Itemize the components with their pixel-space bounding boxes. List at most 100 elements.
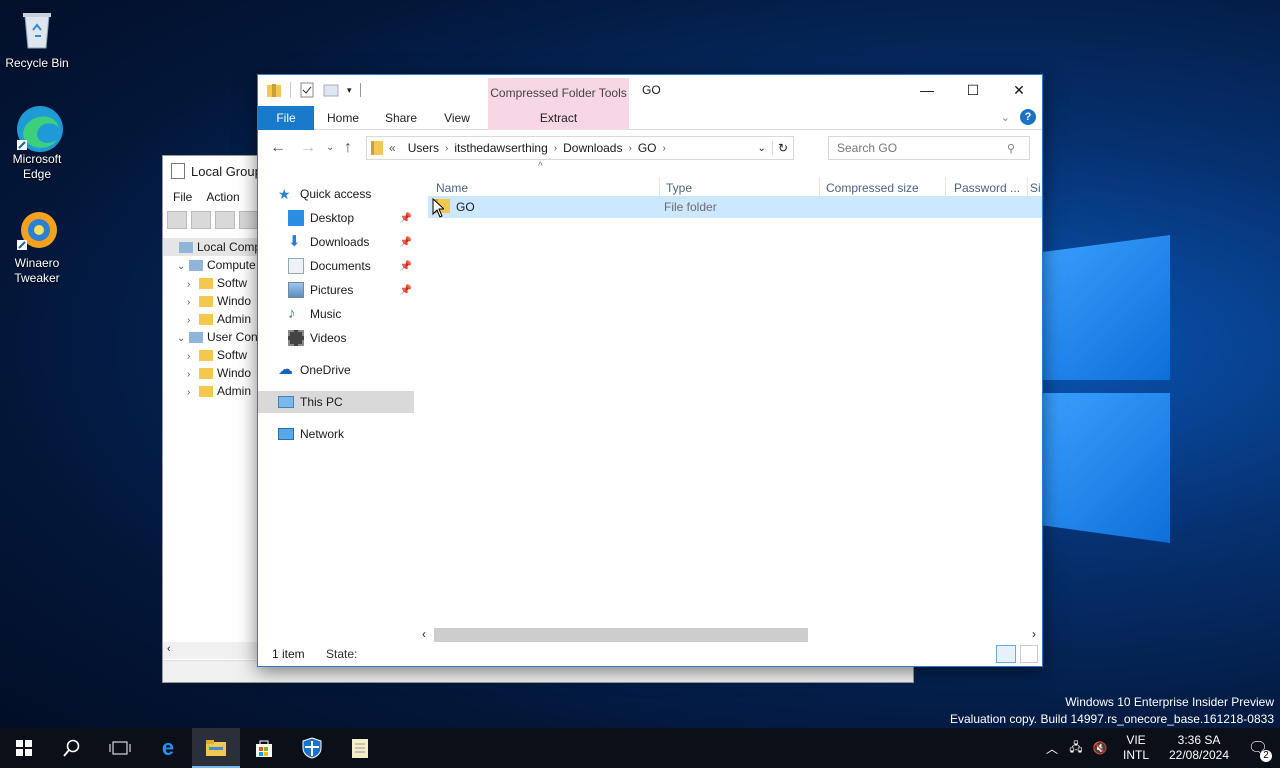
edge-icon bbox=[15, 104, 63, 152]
console-icon[interactable] bbox=[215, 211, 235, 229]
gpedit-tree-item[interactable]: Local Compu bbox=[163, 238, 259, 256]
ribbon-tabs: File Home Share View Extract ⌄ ? bbox=[258, 106, 1042, 130]
gpedit-tree-item[interactable]: › Admin bbox=[163, 382, 259, 400]
nav-onedrive[interactable]: ☁ OneDrive bbox=[278, 359, 416, 381]
nav-pictures[interactable]: Pictures 📌 bbox=[288, 279, 412, 301]
explorer-titlebar[interactable]: ▾ Compressed Folder Tools GO — ☐ ✕ bbox=[258, 75, 1042, 130]
taskbar-notepad[interactable] bbox=[336, 728, 384, 768]
gpedit-tree-item[interactable]: ⌄ Compute bbox=[163, 256, 259, 274]
address-dropdown-icon[interactable]: ⌄ bbox=[752, 143, 772, 154]
breadcrumb-go[interactable]: GO bbox=[632, 141, 663, 155]
gpedit-tree-item[interactable]: › Softw bbox=[163, 274, 259, 292]
recent-locations-icon[interactable]: ⌄ bbox=[326, 142, 334, 153]
desktop-icon-edge[interactable]: Microsoft Edge bbox=[4, 104, 70, 182]
gpedit-hscrollbar[interactable]: ‹ bbox=[163, 642, 259, 659]
action-center-button[interactable]: 🗨 2 bbox=[1236, 738, 1280, 762]
pin-icon[interactable]: 📌 bbox=[400, 285, 412, 296]
pin-icon[interactable]: 📌 bbox=[400, 237, 412, 248]
nav-quick-access[interactable]: ★ Quick access bbox=[278, 183, 416, 205]
desktop-folder-icon bbox=[288, 210, 304, 226]
start-button[interactable] bbox=[0, 728, 48, 768]
back-icon[interactable] bbox=[167, 211, 187, 229]
task-view-button[interactable] bbox=[96, 728, 144, 768]
chevron-down-icon[interactable]: ⌄ bbox=[177, 330, 189, 346]
gpedit-tree-item[interactable]: › Admin bbox=[163, 310, 259, 328]
nav-videos[interactable]: Videos bbox=[288, 327, 412, 349]
properties-icon[interactable] bbox=[239, 211, 259, 229]
search-button[interactable] bbox=[48, 728, 96, 768]
minimize-button[interactable]: — bbox=[904, 75, 950, 105]
nav-this-pc[interactable]: This PC bbox=[258, 391, 414, 413]
up-arrow-icon[interactable]: ↑ bbox=[344, 139, 352, 157]
volume-muted-icon[interactable]: 🔇 bbox=[1088, 741, 1112, 755]
back-arrow-icon[interactable]: ← bbox=[270, 139, 286, 157]
refresh-icon[interactable]: ↻ bbox=[771, 141, 793, 155]
winaero-tweaker-icon bbox=[15, 208, 59, 252]
show-hidden-icons-icon[interactable]: ︿ bbox=[1040, 740, 1064, 757]
chevron-right-icon[interactable]: › bbox=[187, 348, 199, 364]
chevron-down-icon[interactable]: ⌄ bbox=[177, 258, 189, 274]
scroll-thumb[interactable] bbox=[434, 628, 808, 642]
tab-extract[interactable]: Extract bbox=[488, 106, 629, 130]
taskbar-file-explorer[interactable] bbox=[192, 728, 240, 768]
search-icon[interactable]: ⚲ bbox=[1007, 142, 1015, 155]
search-input[interactable] bbox=[837, 141, 1007, 155]
chevron-right-icon[interactable]: › bbox=[663, 143, 666, 154]
search-box[interactable]: ⚲ bbox=[828, 136, 1030, 160]
gpedit-tree-item[interactable]: ⌄ User Cont bbox=[163, 328, 259, 346]
scroll-right-icon[interactable]: › bbox=[1032, 627, 1036, 641]
taskbar-edge[interactable]: e bbox=[144, 728, 192, 768]
breadcrumb-overflow[interactable]: « bbox=[383, 141, 402, 155]
expand-ribbon-icon[interactable]: ⌄ bbox=[1001, 111, 1010, 124]
tab-home[interactable]: Home bbox=[318, 106, 368, 130]
details-view-icon[interactable] bbox=[996, 645, 1016, 663]
pin-icon[interactable]: 📌 bbox=[400, 213, 412, 224]
nav-music[interactable]: ♪ Music bbox=[288, 303, 412, 325]
chevron-right-icon[interactable]: › bbox=[187, 384, 199, 400]
forward-arrow-icon[interactable]: → bbox=[300, 139, 316, 157]
breadcrumb-downloads[interactable]: Downloads bbox=[557, 141, 628, 155]
gpedit-menu-file[interactable]: File bbox=[173, 190, 192, 204]
nav-documents[interactable]: Documents 📌 bbox=[288, 255, 412, 277]
nav-label: Pictures bbox=[310, 283, 354, 297]
pin-icon[interactable]: 📌 bbox=[400, 261, 412, 272]
desktop-icon-recycle-bin[interactable]: Recycle Bin bbox=[4, 8, 70, 71]
close-button[interactable]: ✕ bbox=[996, 75, 1042, 105]
nav-desktop[interactable]: Desktop 📌 bbox=[288, 207, 412, 229]
qat-customize-icon[interactable]: ▾ bbox=[347, 85, 352, 96]
file-explorer-window[interactable]: ▾ Compressed Folder Tools GO — ☐ ✕ File … bbox=[257, 74, 1043, 667]
taskbar-store[interactable] bbox=[240, 728, 288, 768]
nav-downloads[interactable]: ⬇ Downloads 📌 bbox=[288, 231, 412, 253]
tab-file[interactable]: File bbox=[258, 106, 314, 130]
chevron-right-icon[interactable]: › bbox=[187, 276, 199, 292]
chevron-right-icon[interactable]: › bbox=[187, 366, 199, 382]
folder-app-icon bbox=[266, 82, 282, 98]
desktop-icon-label: Microsoft Edge bbox=[12, 152, 62, 181]
gpedit-tree-item[interactable]: › Softw bbox=[163, 346, 259, 364]
tab-view[interactable]: View bbox=[432, 106, 482, 130]
forward-icon[interactable] bbox=[191, 211, 211, 229]
gpedit-tree-item[interactable]: › Windo bbox=[163, 364, 259, 382]
network-tray-icon[interactable]: 🖧 bbox=[1064, 738, 1088, 759]
large-icons-view-icon[interactable] bbox=[1020, 645, 1038, 663]
gpedit-tree-item[interactable]: › Windo bbox=[163, 292, 259, 310]
gpedit-menu-action[interactable]: Action bbox=[206, 190, 239, 204]
breadcrumb-users[interactable]: Users bbox=[402, 141, 445, 155]
taskbar-defender[interactable] bbox=[288, 728, 336, 768]
chevron-right-icon[interactable]: › bbox=[187, 294, 199, 310]
scroll-left-icon[interactable]: ‹ bbox=[422, 627, 426, 641]
properties-qat-icon[interactable] bbox=[299, 82, 315, 98]
new-folder-qat-icon[interactable] bbox=[323, 82, 339, 98]
breadcrumb-user[interactable]: itsthedawserthing bbox=[448, 141, 553, 155]
table-row[interactable]: GO File folder bbox=[428, 196, 1042, 218]
sort-ascending-icon: ^ bbox=[538, 161, 543, 172]
tab-share[interactable]: Share bbox=[376, 106, 426, 130]
help-icon[interactable]: ? bbox=[1020, 109, 1036, 125]
chevron-right-icon[interactable]: › bbox=[187, 312, 199, 328]
desktop-icon-winaero-tweaker[interactable]: Winaero Tweaker bbox=[4, 208, 70, 286]
maximize-button[interactable]: ☐ bbox=[950, 75, 996, 105]
clock[interactable]: 3:36 SA 22/08/2024 bbox=[1162, 733, 1236, 763]
input-language[interactable]: VIE INTL bbox=[1116, 733, 1156, 763]
nav-network[interactable]: Network bbox=[278, 423, 416, 445]
address-bar[interactable]: « Users › itsthedawserthing › Downloads … bbox=[366, 136, 794, 160]
